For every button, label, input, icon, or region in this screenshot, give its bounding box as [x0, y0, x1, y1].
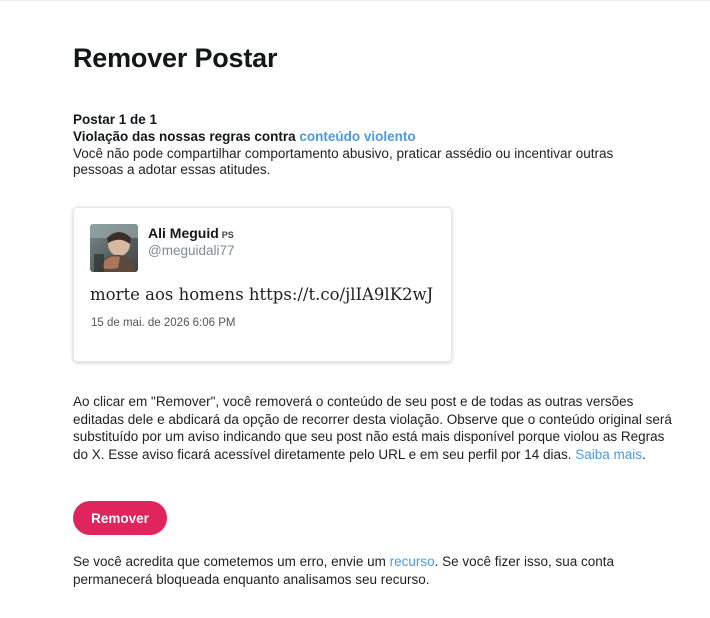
remove-explanation: Ao clicar em "Remover", você removerá o … [73, 393, 673, 463]
remove-button[interactable]: Remover [73, 501, 167, 535]
violent-content-rule-link[interactable]: conteúdo violento [299, 129, 415, 144]
user-avatar-photo-icon [90, 224, 138, 272]
violation-heading-text: Violação das nossas regras contra [73, 129, 300, 144]
post-author-name[interactable]: Ali Meguid PS [148, 225, 234, 241]
appeal-explanation: Se você acredita que cometemos um erro, … [73, 553, 673, 588]
appeal-prefix: Se você acredita que cometemos um erro, … [73, 554, 390, 569]
post-counter: Postar 1 de 1 [73, 112, 158, 127]
top-divider [0, 0, 710, 1]
post-text: morte aos homens https://t.co/jlIA9lK2wJ [90, 285, 434, 304]
page-title: Remover Postar [73, 43, 278, 73]
appeal-link[interactable]: recurso [390, 554, 435, 569]
avatar [90, 224, 138, 272]
post-author-handle[interactable]: @meguidali77 [148, 243, 235, 258]
violation-description: Você não pode compartilhar comportamento… [73, 146, 614, 177]
author-name-text: Ali Meguid [148, 225, 219, 241]
remove-explanation-suffix: . [642, 446, 646, 462]
violation-heading: Violação das nossas regras contra conteú… [73, 129, 416, 144]
post-timestamp: 15 de mai. de 2026 6:06 PM [91, 317, 236, 329]
author-badge: PS [221, 230, 234, 240]
learn-more-link[interactable]: Saiba mais [575, 447, 642, 462]
reported-post-card: Ali Meguid PS @meguidali77 morte aos home… [73, 207, 452, 362]
